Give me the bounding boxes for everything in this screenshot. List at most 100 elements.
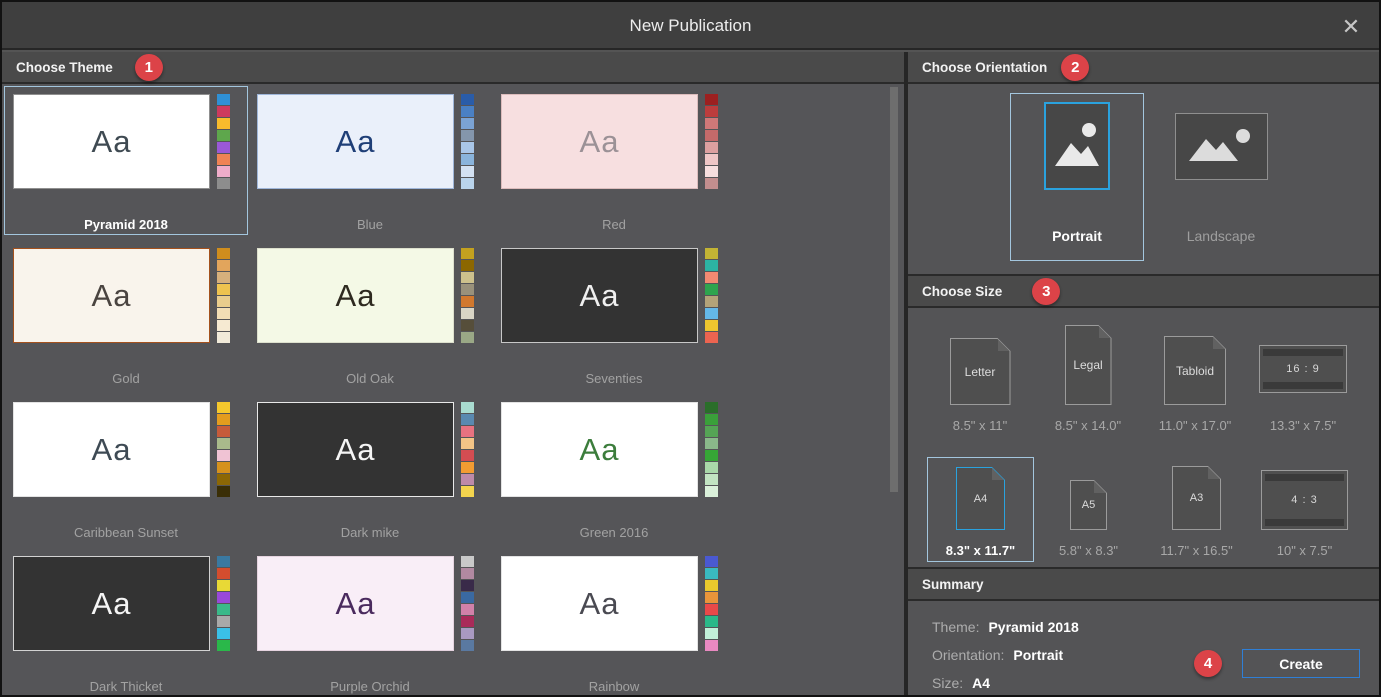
size-option-a3[interactable]: A3 11.7" x 16.5"	[1143, 457, 1250, 562]
theme-scrollbar-thumb[interactable]	[890, 87, 898, 492]
theme-thumbnail: Aa	[257, 248, 454, 343]
color-swatch	[217, 604, 230, 615]
color-swatch	[461, 462, 474, 473]
color-swatch	[461, 640, 474, 651]
theme-name: Gold	[5, 371, 247, 386]
size-dimensions: 8.5" x 14.0"	[1055, 418, 1121, 433]
theme-tile-seventies[interactable]: Aa Seventies	[492, 240, 736, 389]
theme-tile-rainbow[interactable]: Aa Rainbow	[492, 548, 736, 697]
theme-tile-blue[interactable]: Aa Blue	[248, 86, 492, 235]
theme-sample-text: Aa	[580, 432, 620, 468]
color-swatch	[705, 414, 718, 425]
color-swatch	[705, 118, 718, 129]
close-icon[interactable]: ✕	[1335, 11, 1367, 43]
size-option-legal[interactable]: Legal 8.5" x 14.0"	[1038, 318, 1138, 440]
orientation-header-label: Choose Orientation	[922, 60, 1047, 75]
theme-thumbnail: Aa	[501, 402, 698, 497]
color-swatch	[217, 474, 230, 485]
theme-sample-text: Aa	[92, 278, 132, 314]
color-swatch	[217, 462, 230, 473]
theme-sample-text: Aa	[336, 432, 376, 468]
color-swatch	[217, 260, 230, 271]
theme-tile-dark-thicket[interactable]: Aa Dark Thicket	[4, 548, 248, 697]
theme-sample-text: Aa	[92, 124, 132, 160]
theme-color-swatches	[217, 556, 230, 652]
color-swatch	[217, 166, 230, 177]
theme-name: Blue	[249, 217, 491, 232]
theme-panel: Choose Theme 1 Aa Pyramid 2018 Aa	[2, 52, 904, 695]
size-name: Letter	[965, 365, 996, 379]
size-header-label: Choose Size	[922, 284, 1002, 299]
theme-color-swatches	[705, 556, 718, 652]
theme-color-swatches	[461, 94, 474, 190]
theme-tile-pyramid-2018[interactable]: Aa Pyramid 2018	[4, 86, 248, 235]
size-option-a4[interactable]: A4 8.3" x 11.7"	[927, 457, 1034, 562]
theme-color-swatches	[217, 402, 230, 498]
size-option-a5[interactable]: A5 5.8" x 8.3"	[1035, 457, 1142, 562]
color-swatch	[217, 106, 230, 117]
color-swatch	[705, 462, 718, 473]
color-swatch	[461, 106, 474, 117]
titlebar: New Publication ✕	[2, 2, 1379, 50]
color-swatch	[705, 438, 718, 449]
size-option-tabloid[interactable]: Tabloid 11.0" x 17.0"	[1145, 318, 1245, 440]
theme-header-label: Choose Theme	[16, 60, 113, 75]
color-swatch	[217, 414, 230, 425]
color-swatch	[705, 178, 718, 189]
theme-color-swatches	[705, 248, 718, 344]
color-swatch	[705, 556, 718, 567]
color-swatch	[461, 320, 474, 331]
theme-tile-gold[interactable]: Aa Gold	[4, 240, 248, 389]
theme-section-header: Choose Theme 1	[2, 52, 904, 84]
theme-tile-green-2016[interactable]: Aa Green 2016	[492, 394, 736, 543]
theme-tile-red[interactable]: Aa Red	[492, 86, 736, 235]
theme-tile-purple-orchid[interactable]: Aa Purple Orchid	[248, 548, 492, 697]
color-swatch	[461, 592, 474, 603]
summary-size-value: A4	[972, 675, 990, 691]
theme-name: Caribbean Sunset	[5, 525, 247, 540]
color-swatch	[217, 308, 230, 319]
widescreen-16-9-icon: 16 : 9	[1259, 345, 1347, 393]
theme-tile-old-oak[interactable]: Aa Old Oak	[248, 240, 492, 389]
dialog-title: New Publication	[2, 2, 1379, 50]
theme-sample-text: Aa	[336, 278, 376, 314]
page-letter-icon: Letter	[950, 338, 1011, 405]
color-swatch	[461, 166, 474, 177]
theme-tile-dark-mike[interactable]: Aa Dark mike	[248, 394, 492, 543]
summary-orientation-value: Portrait	[1013, 647, 1063, 663]
color-swatch	[461, 118, 474, 129]
color-swatch	[461, 604, 474, 615]
theme-thumbnail: Aa	[13, 556, 210, 651]
theme-thumbnail: Aa	[501, 248, 698, 343]
color-swatch	[217, 296, 230, 307]
create-button[interactable]: Create	[1242, 649, 1360, 678]
color-swatch	[217, 486, 230, 497]
orientation-option-portrait[interactable]: Portrait	[1010, 93, 1144, 261]
theme-thumbnail: Aa	[257, 402, 454, 497]
size-option-letter[interactable]: Letter 8.5" x 11"	[930, 318, 1030, 440]
color-swatch	[705, 272, 718, 283]
size-option-4-3[interactable]: 4 : 3 10" x 7.5"	[1251, 457, 1358, 562]
color-swatch	[705, 94, 718, 105]
color-swatch	[461, 556, 474, 567]
color-swatch	[461, 450, 474, 461]
color-swatch	[217, 178, 230, 189]
new-publication-dialog: New Publication ✕ Choose Theme 1 Aa Pyra…	[0, 0, 1381, 697]
theme-sample-text: Aa	[92, 432, 132, 468]
color-swatch	[461, 474, 474, 485]
orientation-option-landscape[interactable]: Landscape	[1154, 93, 1288, 261]
theme-color-swatches	[461, 402, 474, 498]
color-swatch	[461, 402, 474, 413]
orientation-label: Portrait	[1052, 228, 1102, 244]
color-swatch	[461, 308, 474, 319]
color-swatch	[705, 486, 718, 497]
size-option-16-9[interactable]: 16 : 9 13.3" x 7.5"	[1253, 318, 1353, 440]
theme-name: Rainbow	[493, 679, 735, 694]
color-swatch	[217, 402, 230, 413]
theme-sample-text: Aa	[580, 586, 620, 622]
theme-sample-text: Aa	[580, 124, 620, 160]
color-swatch	[217, 320, 230, 331]
theme-tile-caribbean-sunset[interactable]: Aa Caribbean Sunset	[4, 394, 248, 543]
color-swatch	[461, 486, 474, 497]
color-swatch	[461, 332, 474, 343]
